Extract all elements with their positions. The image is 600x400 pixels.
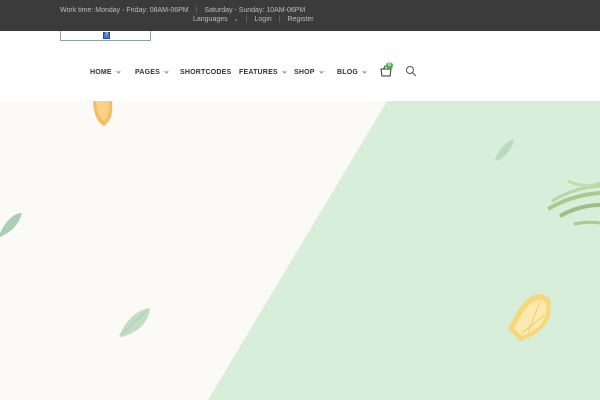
chevron-down-icon: ⌄	[233, 17, 239, 23]
nav-item-label: HOME	[90, 68, 112, 76]
register-link[interactable]: Register	[287, 16, 313, 23]
hero-background	[0, 101, 600, 400]
nav-item-shortcodes[interactable]: SHORTCODES	[180, 69, 231, 76]
login-link[interactable]: Login	[255, 16, 272, 23]
top-info-bar: Work time: Monday - Friday: 08AM-06PM | …	[0, 0, 600, 31]
divider: |	[195, 7, 198, 14]
chevron-down-icon	[282, 68, 287, 74]
leaf-decor	[119, 308, 150, 337]
nav-item-shop[interactable]: SHOP	[294, 68, 324, 76]
business-hours: Work time: Monday - Friday: 08AM-06PM | …	[60, 7, 305, 14]
search-icon[interactable]	[405, 65, 417, 77]
weekend-hours: Saturday - Sunday: 10AM-06PM	[204, 7, 306, 14]
chevron-down-icon	[116, 68, 121, 74]
divider: |	[245, 16, 248, 23]
orange-slice-decor	[93, 101, 113, 126]
nav-item-home[interactable]: HOME	[90, 68, 121, 76]
chevron-down-icon	[319, 68, 324, 74]
site-logo[interactable]: ?	[60, 31, 151, 41]
nav-item-pages[interactable]: PAGES	[135, 68, 169, 76]
nav-item-features[interactable]: FEATURES	[239, 68, 287, 76]
hero-banner	[0, 101, 600, 400]
nav-item-label: PAGES	[135, 68, 160, 76]
nav-item-label: FEATURES	[239, 68, 278, 76]
chevron-down-icon	[164, 68, 169, 74]
nav-item-label: BLOG	[337, 68, 359, 76]
chevron-down-icon	[362, 68, 367, 74]
language-label: Languages	[193, 16, 228, 23]
nav-item-label: SHORTCODES	[180, 68, 232, 76]
broken-image-icon: ?	[103, 32, 110, 39]
cart-count-badge: 0	[386, 62, 393, 69]
nav-item-blog[interactable]: BLOG	[337, 68, 367, 76]
top-links: Languages ⌄ | Login | Register	[193, 16, 314, 23]
leaf-decor	[0, 213, 22, 237]
weekday-hours: Work time: Monday - Friday: 08AM-06PM	[60, 7, 189, 14]
nav-item-label: SHOP	[294, 68, 315, 76]
language-selector[interactable]: Languages ⌄	[193, 16, 239, 23]
divider: |	[278, 16, 281, 23]
